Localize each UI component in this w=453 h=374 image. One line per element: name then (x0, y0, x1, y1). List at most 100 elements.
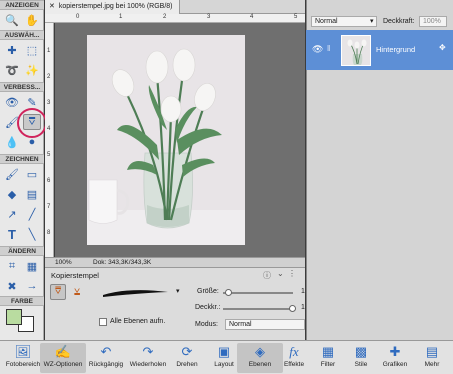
ruler-tick: 2 (163, 14, 167, 20)
brush-preset-preview[interactable] (100, 285, 175, 301)
magic-wand-icon[interactable]: ✨ (23, 62, 41, 78)
layer-opacity-label: Deckkraft: (383, 18, 415, 25)
fotobereich-label: Fotobereich (5, 361, 41, 368)
layers-label: Ebenen (248, 361, 272, 368)
layer-lock-icon[interactable]: ✥ (439, 43, 446, 52)
document-tab-title: kopierstempel.jpg bei 100% (RGB/8) (58, 3, 173, 10)
redo-label: Wiederholen (129, 361, 167, 368)
eye-tool-icon[interactable]: 👁 (3, 94, 21, 110)
size-value: 1 (301, 288, 305, 295)
ruler-tick: 7 (47, 204, 51, 210)
filter-label: Filter (320, 361, 336, 368)
line-tool-icon[interactable]: ╲ (23, 226, 41, 242)
opacity-slider-thumb[interactable] (289, 305, 296, 312)
ruler-tick: 3 (207, 14, 211, 20)
undo-button[interactable]: ↶ Rückgängig (83, 343, 129, 373)
brush-tool-icon[interactable]: 🖌 (3, 166, 21, 182)
lasso-tool-icon[interactable]: ➰ (3, 62, 21, 78)
mode-label: Modus: (195, 321, 218, 328)
ruler-tick: 2 (47, 74, 51, 80)
section-verbessern: VERBESS... (0, 82, 44, 92)
rotate-label: Drehen (176, 361, 198, 368)
blur-tool-icon[interactable]: 💧 (3, 134, 21, 150)
size-slider-thumb[interactable] (225, 289, 232, 296)
hand-icon[interactable]: ✋ (23, 12, 41, 28)
undo-label: Rückgängig (88, 361, 124, 368)
layer-thumbnail-image (347, 39, 367, 65)
ruler-tick: 1 (119, 14, 123, 20)
ruler-horizontal: 0 1 2 3 4 5 (45, 14, 305, 23)
section-anzeigen: ANZEIGEN (0, 0, 44, 10)
layer-opacity-field[interactable]: 100% (419, 16, 447, 27)
document-tab[interactable]: ✕ kopierstempel.jpg bei 100% (RGB/8) (45, 0, 180, 14)
more-button[interactable]: ▤ Mehr (409, 343, 453, 373)
paint-bucket-icon[interactable]: ◆ (3, 186, 21, 202)
clone-stamp-mode-button[interactable]: ⩢ (50, 284, 66, 300)
tulip-photo-illustration (87, 35, 245, 245)
gradient-tool-icon[interactable]: ▤ (23, 186, 41, 202)
section-zeichnen: ZEICHNEN (0, 154, 44, 164)
visibility-eye-icon[interactable]: 👁 (312, 44, 323, 55)
ruler-tick: 5 (294, 14, 298, 20)
layout-label: Layout (214, 361, 234, 368)
effects-label: Effekte (283, 361, 305, 368)
tool-options-icon: ✍ (54, 344, 72, 359)
tool-options-panel: Kopierstempel ⓘ ⌄ ⋮ ⩢ ⩣ ▾ Alle Ebenen au… (45, 267, 305, 340)
graphics-label: Grafiken (382, 361, 408, 368)
size-slider-track[interactable] (223, 292, 293, 294)
pencil-tool-icon[interactable]: ╱ (23, 206, 41, 222)
content-move-icon[interactable]: → (23, 278, 41, 294)
more-label: Mehr (424, 361, 440, 368)
sample-all-layers-label: Alle Ebenen aufn. (110, 318, 166, 325)
pattern-stamp-mode-button[interactable]: ⩣ (69, 284, 85, 300)
hand-tool-icon[interactable]: 🔍 (3, 12, 21, 28)
move-tool-icon[interactable]: ✚ (3, 42, 21, 58)
opacity-value: 1 (301, 304, 305, 311)
panel-menu-icon[interactable]: ⋮ (288, 269, 296, 278)
document-image[interactable] (87, 35, 245, 245)
link-icon[interactable]: ‖ (327, 44, 330, 53)
type-tool-icon[interactable]: T (3, 226, 21, 242)
ruler-tick: 6 (47, 178, 51, 184)
wz-optionen-button[interactable]: ✍ WZ-Optionen (40, 343, 86, 373)
marquee-tool-icon[interactable]: ⬚ (23, 42, 41, 58)
size-label: Größe: (197, 288, 219, 295)
sponge-tool-icon[interactable]: ● (23, 134, 41, 150)
sample-all-layers-checkbox[interactable] (99, 318, 107, 326)
mode-dropdown[interactable]: Normal (225, 319, 305, 330)
layer-row-hintergrund[interactable]: 👁 ‖ Hintergrund ✥ (306, 30, 453, 70)
blend-mode-dropdown[interactable]: Normal (311, 16, 377, 27)
section-farbe: FARBE (0, 296, 44, 306)
opacity-label: Deckkr.: (195, 304, 221, 311)
document-tab-bar: ✕ kopierstempel.jpg bei 100% (RGB/8) (45, 0, 305, 14)
ruler-tick: 1 (47, 48, 51, 54)
ruler-tick: 3 (47, 100, 51, 106)
tool-name: Kopierstempel (51, 271, 99, 280)
help-icon[interactable]: ⓘ (263, 270, 271, 281)
section-auswaehlen: AUSWÄH... (0, 30, 44, 40)
layer-name: Hintergrund (376, 45, 416, 54)
section-aendern: ÄNDERN (0, 246, 44, 256)
bottom-taskbar: 🖼 Fotobereich ✍ WZ-Optionen ↶ Rückgängig ↷ W… (0, 340, 453, 374)
brush-dropdown-icon[interactable]: ▾ (176, 287, 180, 295)
undo-icon: ↶ (100, 344, 112, 359)
close-tab-icon[interactable]: ✕ (49, 0, 55, 14)
recompose-tool-icon[interactable]: ▦ (23, 258, 41, 274)
styles-label: Stile (354, 361, 368, 368)
more-icon: ▤ (425, 344, 439, 359)
ruler-vertical: 1 2 3 4 5 6 7 8 (45, 23, 54, 257)
status-bar: 100% Dok: 343,3K/343,3K (45, 257, 305, 267)
toolbox: ANZEIGEN 🔍 ✋ AUSWÄH... ✚ ⬚ ➰ ✨ VERBESS..… (0, 0, 47, 340)
eraser-tool-icon[interactable]: ▭ (23, 166, 41, 182)
chevron-down-icon[interactable]: ⌄ (277, 269, 284, 278)
opacity-slider-track[interactable] (223, 308, 293, 310)
layer-thumbnail (341, 35, 371, 66)
crop-tool-icon[interactable]: ⌗ (3, 258, 21, 274)
ruler-tick: 0 (76, 14, 80, 20)
foreground-color-swatch[interactable] (6, 309, 22, 325)
eyedropper-icon[interactable]: ↗ (3, 206, 21, 222)
straighten-tool-icon[interactable]: ✖ (3, 278, 21, 294)
ruler-tick: 4 (47, 126, 51, 132)
ruler-tick: 4 (250, 14, 254, 20)
blend-mode-chevron-icon[interactable]: ▾ (370, 17, 374, 25)
